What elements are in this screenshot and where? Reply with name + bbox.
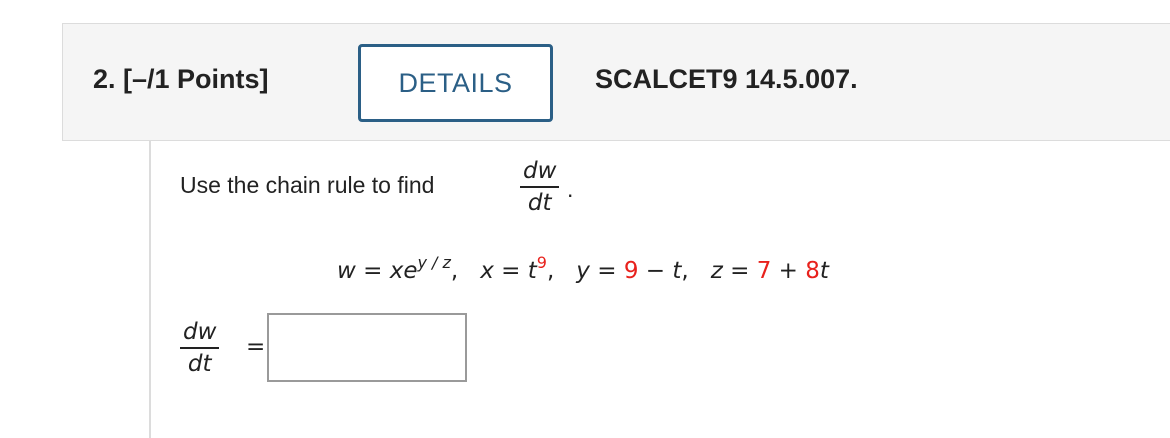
fraction-numerator: dw <box>523 158 557 184</box>
answer-input[interactable] <box>267 313 467 382</box>
eq-w-equals: = <box>355 258 390 284</box>
details-button[interactable]: DETAILS <box>358 44 553 122</box>
problem-code: SCALCET9 14.5.007. <box>595 64 858 94</box>
eq-x-lhs: x <box>480 258 494 284</box>
eq-w-lhs: w <box>337 258 356 284</box>
instruction-derivative-fraction: dw dt <box>520 158 560 216</box>
eq-z-const: 7 <box>756 258 772 284</box>
eq-z-equals: = <box>722 258 757 284</box>
given-equations: w = xey / z, x = t9, y = 9 − t, z = 7 + 8t <box>337 255 829 285</box>
eq-sep-1: , <box>450 258 459 284</box>
eq-z-plus: + <box>771 258 806 284</box>
question-instruction: Use the chain rule to find <box>180 172 435 198</box>
eq-x-exponent: 9 <box>536 253 547 272</box>
eq-y-const: 9 <box>623 258 639 284</box>
question-left-rule <box>149 141 151 438</box>
fraction-denominator: dt <box>527 190 552 216</box>
eq-y-lhs: y <box>576 258 590 284</box>
eq-z-lhs: z <box>710 258 723 284</box>
eq-x-equals: = <box>493 258 528 284</box>
question-number-points: 2. [–/1 Points] <box>93 64 269 94</box>
eq-w-xe: xe <box>389 258 418 284</box>
eq-w-exponent: y / z <box>417 253 451 272</box>
eq-sep-2: , <box>546 258 555 284</box>
answer-equals-sign: = <box>246 334 266 360</box>
instruction-period: . <box>567 176 574 202</box>
eq-y-equals: = <box>589 258 624 284</box>
answer-fraction-denominator: dt <box>187 351 212 377</box>
eq-x-base: t <box>527 258 537 284</box>
eq-y-minus: − <box>638 258 673 284</box>
answer-fraction-numerator: dw <box>183 319 217 345</box>
eq-sep-3: , <box>681 258 689 284</box>
eq-z-coef: 8 <box>805 258 820 284</box>
answer-derivative-fraction: dw dt <box>180 319 220 377</box>
eq-z-var: t <box>819 258 829 284</box>
